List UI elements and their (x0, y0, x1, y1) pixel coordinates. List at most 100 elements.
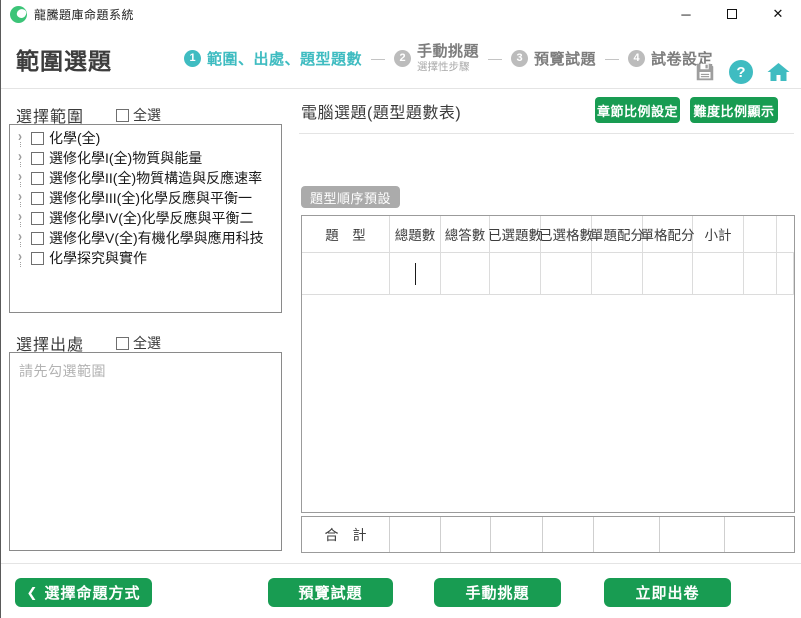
step-1-number: 1 (184, 50, 201, 67)
preview-exam-button[interactable]: 預覽試題 (268, 578, 393, 607)
total-cell (594, 517, 660, 552)
chapter-ratio-button[interactable]: 章節比例設定 (595, 97, 680, 123)
tree-item-label[interactable]: 選修化學IV(全)化學反應與平衡二 (49, 208, 254, 228)
col-header-question-type: 題 型 (302, 216, 390, 253)
step-3: 3 預覽試題 (511, 48, 596, 69)
step-dash: — (603, 50, 621, 66)
close-button[interactable]: ✕ (755, 0, 801, 28)
expand-chevron-icon[interactable]: › (18, 208, 22, 222)
difficulty-ratio-button[interactable]: 難度比例顯示 (690, 97, 778, 123)
tree-item-label[interactable]: 化學探究與實作 (49, 248, 147, 268)
source-select-all[interactable]: 全選 (116, 333, 161, 353)
chevron-left-icon: ❮ (27, 585, 39, 601)
tree-item-elective-2[interactable]: › 選修化學II(全)物質構造與反應速率 (14, 168, 281, 188)
step-indicator: 1 範圍、出處、題型題數 — 2 手動挑題 選擇性步驟 — 3 預覽試題 — 4… (184, 28, 713, 88)
table-empty-area (302, 295, 794, 512)
tree-item-chemistry-all[interactable]: › 化學(全) (14, 128, 281, 148)
tree-item-elective-3[interactable]: › 選修化學III(全)化學反應與平衡一 (14, 188, 281, 208)
page-title: 範圍選題 (16, 42, 112, 76)
expand-chevron-icon[interactable]: › (18, 248, 22, 262)
window-title: 龍騰題庫命題系統 (34, 6, 134, 23)
expand-chevron-icon[interactable]: › (18, 228, 22, 242)
tree-item-checkbox[interactable] (31, 172, 44, 185)
expand-chevron-icon[interactable]: › (18, 128, 22, 142)
col-header-selected-blanks: 已選格數 (541, 216, 592, 253)
col-header-empty-2 (777, 216, 794, 253)
col-header-subtotal: 小計 (693, 216, 744, 253)
expand-chevron-icon[interactable]: › (18, 148, 22, 162)
app-window: 龍騰題庫命題系統 ─ ✕ 範圍選題 1 範圍、出處、題型題數 — 2 手動挑題 … (0, 0, 801, 618)
back-button-label: 選擇命題方式 (44, 582, 140, 603)
expand-chevron-icon[interactable]: › (18, 188, 22, 202)
cell-empty-1 (744, 253, 777, 295)
manual-pick-button[interactable]: 手動挑題 (434, 578, 561, 607)
cell-points-per-blank[interactable] (643, 253, 693, 295)
app-logo-icon (10, 6, 27, 23)
question-type-table: 題 型 總題數 總答數 已選題數 已選格數 單題配分 單格配分 小計 (301, 215, 795, 513)
tree-item-label[interactable]: 選修化學III(全)化學反應與平衡一 (49, 188, 252, 208)
tree-item-checkbox[interactable] (31, 152, 44, 165)
col-header-selected-questions: 已選題數 (490, 216, 541, 253)
home-icon[interactable] (766, 60, 791, 84)
title-bar: 龍騰題庫命題系統 ─ ✕ (1, 0, 801, 28)
question-type-preset-badge[interactable]: 題型順序預設 (301, 186, 400, 208)
total-cell (441, 517, 491, 552)
minimize-button[interactable]: ─ (663, 0, 709, 28)
tree-item-label[interactable]: 選修化學I(全)物質與能量 (49, 148, 202, 168)
cell-subtotal[interactable] (693, 253, 744, 295)
step-4-number: 4 (628, 50, 645, 67)
source-select-all-checkbox[interactable] (116, 337, 129, 350)
generate-exam-button[interactable]: 立即出卷 (604, 578, 731, 607)
tree-item-checkbox[interactable] (31, 232, 44, 245)
tree-item-inquiry-practice[interactable]: › 化學探究與實作 (14, 248, 281, 268)
tree-item-label[interactable]: 化學(全) (49, 128, 100, 148)
col-header-total-questions: 總題數 (390, 216, 441, 253)
step-3-number: 3 (511, 50, 528, 67)
step-2: 2 手動挑題 選擇性步驟 (394, 43, 479, 72)
tree-item-label[interactable]: 選修化學V(全)有機化學與應用科技 (49, 228, 264, 248)
cell-question-type[interactable] (302, 253, 390, 295)
help-icon[interactable]: ? (729, 60, 753, 84)
tree-item-label[interactable]: 選修化學II(全)物質構造與反應速率 (49, 168, 262, 188)
text-caret (415, 263, 416, 285)
total-cell (660, 517, 725, 552)
cell-points-per-question[interactable] (592, 253, 643, 295)
step-1-label: 範圍、出處、題型題數 (207, 48, 362, 69)
cell-empty-2 (777, 253, 794, 295)
step-2-number: 2 (394, 50, 411, 67)
total-row-table: 合 計 (301, 516, 795, 553)
range-select-all-label: 全選 (133, 105, 161, 125)
tree-item-checkbox[interactable] (31, 132, 44, 145)
tree-item-checkbox[interactable] (31, 252, 44, 265)
total-cell (491, 517, 543, 552)
tree-item-checkbox[interactable] (31, 212, 44, 225)
total-cell (543, 517, 594, 552)
step-3-label: 預覽試題 (534, 48, 596, 69)
total-row-label: 合 計 (302, 517, 390, 552)
expand-chevron-icon[interactable]: › (18, 168, 22, 182)
total-cell (725, 517, 794, 552)
range-select-all[interactable]: 全選 (116, 105, 161, 125)
tree-item-elective-4[interactable]: › 選修化學IV(全)化學反應與平衡二 (14, 208, 281, 228)
maximize-button[interactable] (709, 0, 755, 28)
col-header-empty-1 (744, 216, 777, 253)
save-icon[interactable] (694, 61, 716, 83)
step-2-label: 手動挑題 (417, 43, 479, 60)
cell-selected-blanks[interactable] (541, 253, 592, 295)
back-to-method-button[interactable]: ❮ 選擇命題方式 (15, 578, 152, 607)
tree-item-elective-1[interactable]: › 選修化學I(全)物質與能量 (14, 148, 281, 168)
step-2-sublabel: 選擇性步驟 (417, 61, 479, 73)
step-dash: — (369, 50, 387, 66)
right-panel-divider (299, 133, 794, 134)
cell-total-answers[interactable] (441, 253, 490, 295)
source-placeholder-text: 請先勾選範圍 (19, 363, 106, 379)
col-header-points-per-blank: 單格配分 (643, 216, 693, 253)
tree-item-checkbox[interactable] (31, 192, 44, 205)
tree-item-elective-5[interactable]: › 選修化學V(全)有機化學與應用科技 (14, 228, 281, 248)
range-select-all-checkbox[interactable] (116, 109, 129, 122)
col-header-points-per-question: 單題配分 (592, 216, 643, 253)
computer-selection-title: 電腦選題(題型題數表) (301, 99, 461, 123)
cell-total-questions-input[interactable] (390, 253, 441, 295)
cell-selected-questions[interactable] (490, 253, 541, 295)
range-tree: › 化學(全) › 選修化學I(全)物質與能量 › 選修化學II(全)物質構造與… (9, 124, 282, 313)
